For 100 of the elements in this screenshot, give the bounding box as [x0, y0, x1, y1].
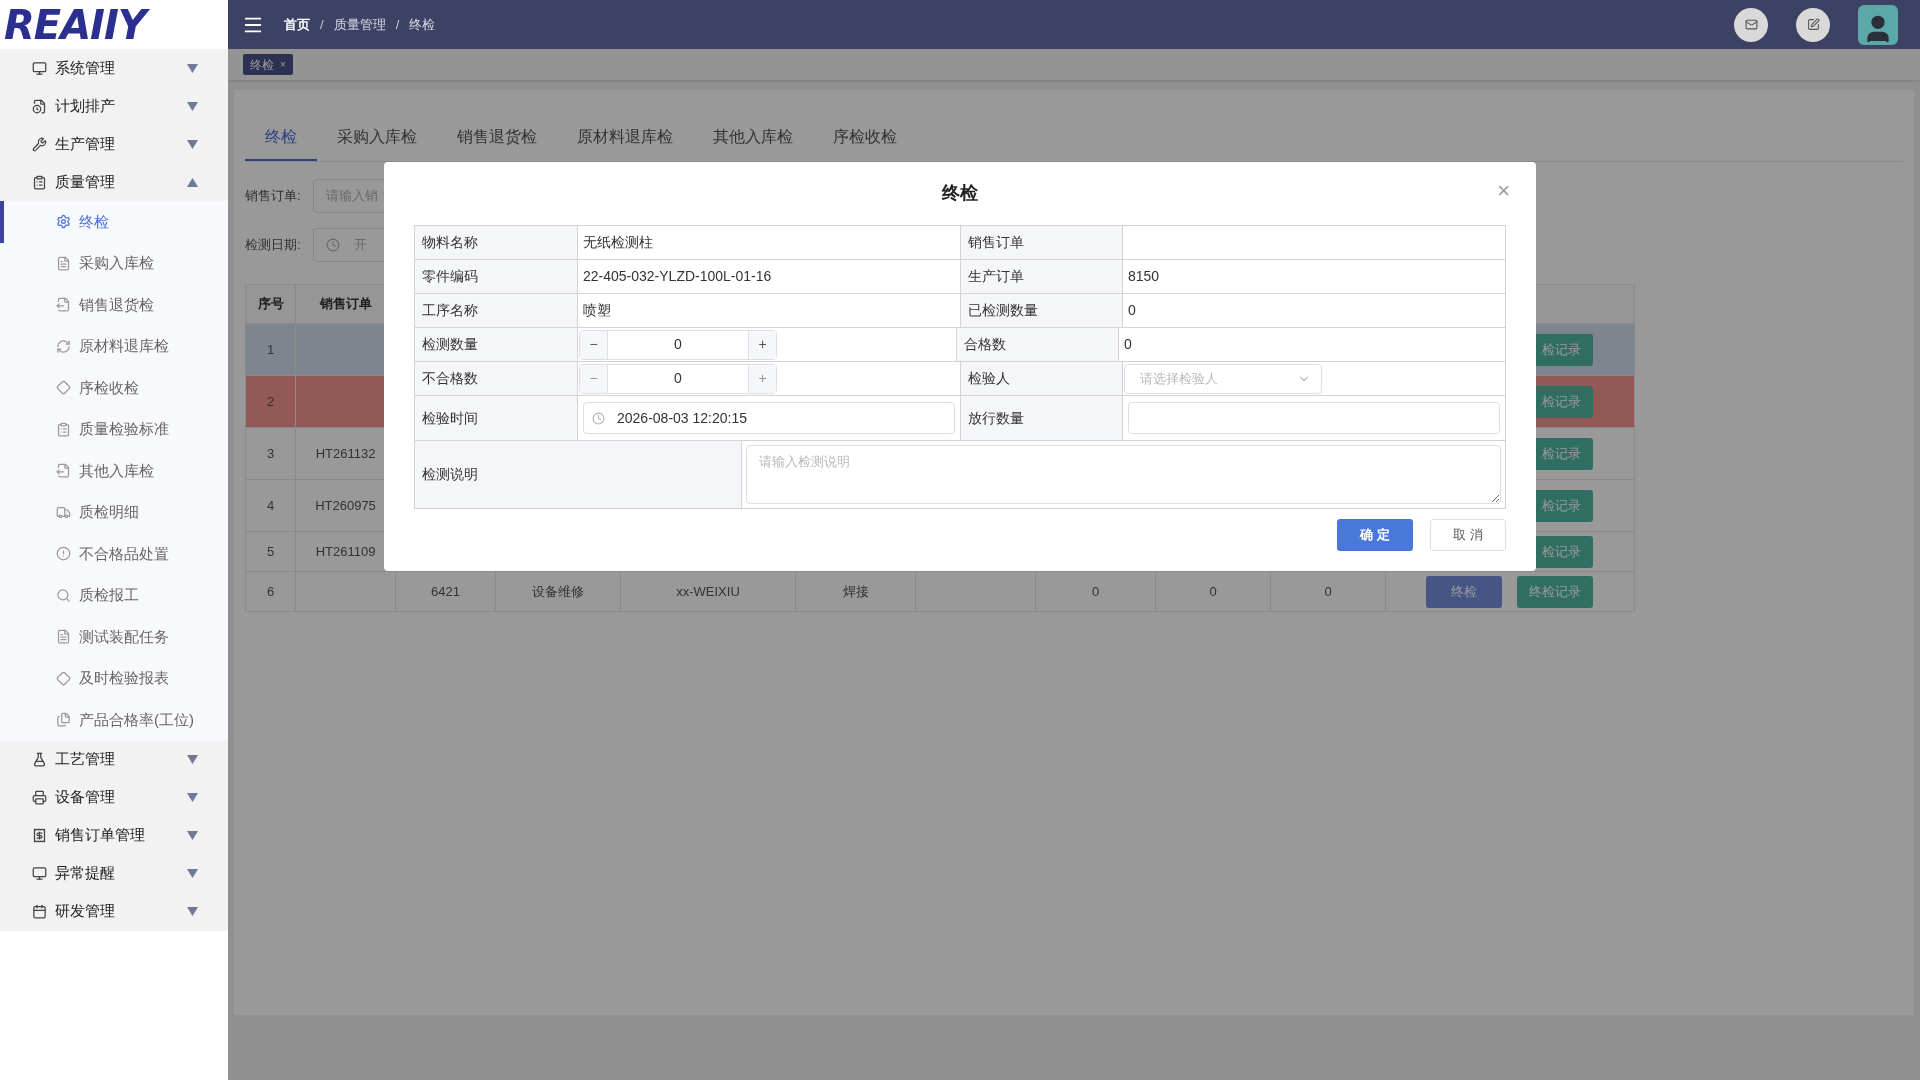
field-label: 已检测数量 [968, 301, 1038, 320]
document-arrow-icon [56, 463, 71, 479]
tag-label: 终检 [250, 56, 274, 74]
increase-button[interactable]: + [748, 330, 776, 359]
tab[interactable]: 销售退货检 [437, 115, 557, 161]
page-tag[interactable]: 终检 × [243, 54, 293, 75]
field-label: 不合格数 [422, 369, 478, 388]
menu-item[interactable]: 销售订单管理 [0, 816, 228, 855]
table-cell-text: 4 [266, 496, 275, 515]
clock-icon [592, 411, 605, 425]
logo: REAIIY [4, 0, 154, 49]
breadcrumb-item[interactable]: 质量管理 [333, 14, 386, 35]
menu-item[interactable]: 质量管理 [0, 163, 228, 201]
table-cell-text: 6 [266, 582, 275, 601]
submenu-item[interactable]: 质检明细 [0, 491, 228, 533]
decrease-button[interactable]: − [580, 330, 608, 359]
stepper-value: 0 [673, 335, 683, 354]
diamond-icon [56, 670, 71, 686]
table-cell-text: HT261109 [315, 542, 376, 561]
monitor-icon [32, 60, 47, 76]
submenu-item[interactable]: 质检报工 [0, 574, 228, 616]
diamond-icon [56, 380, 71, 396]
tab[interactable]: 原材料退库检 [557, 115, 693, 161]
menu-item[interactable]: 研发管理 [0, 892, 228, 931]
printer-icon [32, 790, 47, 805]
column-header: 序号 [257, 295, 284, 314]
document-icon [56, 629, 71, 645]
menu-item[interactable]: 生产管理 [0, 125, 228, 163]
breadcrumb-separator: / [395, 15, 400, 34]
field-value: 无纸检测柱 [583, 233, 653, 252]
submenu-item[interactable]: 其他入库检 [0, 450, 228, 492]
field-value: 0 [1124, 335, 1132, 354]
menu-item[interactable]: 异常提醒 [0, 854, 228, 893]
dialog-title: 终检 [942, 182, 978, 205]
submenu-item[interactable]: 销售退货检 [0, 284, 228, 326]
alert-icon [56, 546, 71, 562]
receipt-icon [32, 828, 47, 843]
description-field[interactable]: 请输入检测说明 [746, 445, 1501, 504]
menu-item[interactable]: 设备管理 [0, 778, 228, 817]
submenu-item[interactable]: 产品合格率(工位) [0, 699, 228, 741]
column-header: 销售订单 [319, 295, 372, 314]
field-label: 检测数量 [422, 335, 478, 354]
flask-icon [32, 752, 47, 767]
edit-icon [1806, 18, 1820, 31]
mail-icon [1744, 18, 1758, 31]
table-cell-text: 2 [266, 392, 275, 411]
submenu-item[interactable]: 原材料退库检 [0, 325, 228, 367]
tab[interactable]: 其他入库检 [693, 115, 813, 161]
menu-item[interactable]: 系统管理 [0, 49, 228, 87]
field-value: 喷塑 [583, 301, 611, 320]
cancel-button[interactable]: 取 消 [1430, 519, 1506, 551]
close-icon[interactable]: × [280, 57, 286, 72]
field-label: 检测说明 [422, 465, 478, 484]
search-icon [56, 587, 71, 603]
submenu-item[interactable]: 测试装配任务 [0, 616, 228, 658]
avatar[interactable] [1858, 4, 1898, 45]
document-icon [56, 255, 71, 271]
table-cell-text: 焊接 [842, 582, 869, 601]
datetime-field[interactable]: 2026-08-03 12:20:15 [583, 402, 955, 434]
field-label: 销售订单 [968, 233, 1024, 252]
table-cell-text: 0 [1324, 582, 1332, 601]
confirm-button[interactable]: 确 定 [1337, 519, 1413, 551]
mail-button[interactable] [1734, 7, 1768, 42]
table-cell-text: 1 [266, 340, 275, 359]
gear-icon [56, 214, 71, 230]
table-cell-text: 0 [1091, 582, 1100, 601]
table-cell-text: HT261132 [315, 444, 376, 463]
filter-label: 销售订单: [245, 187, 302, 206]
tab[interactable]: 序检收检 [813, 115, 917, 161]
documents-icon [56, 712, 71, 728]
submenu-item[interactable]: 序检收检 [0, 367, 228, 409]
field-label: 生产订单 [968, 267, 1024, 286]
tab[interactable]: 采购入库检 [317, 115, 437, 161]
submenu-item[interactable]: 采购入库检 [0, 242, 228, 284]
table-cell-text: 6421 [431, 582, 460, 601]
menu-item[interactable]: 工艺管理 [0, 740, 228, 779]
field-label: 合格数 [964, 335, 1006, 354]
breadcrumb-item[interactable]: 首页 [284, 14, 310, 35]
close-button[interactable]: × [1497, 180, 1510, 202]
tab[interactable]: 终检 [245, 115, 317, 161]
edit-button[interactable] [1796, 7, 1830, 42]
submenu-item[interactable]: 质量检验标准 [0, 408, 228, 450]
number-stepper[interactable]: − 0 + [579, 329, 777, 360]
table-cell-text: 设备维修 [532, 582, 584, 601]
input-field[interactable] [1128, 402, 1500, 434]
table-cell-text: 5 [266, 542, 275, 561]
clock-icon [326, 238, 340, 252]
table-cell-text: HT260975 [315, 496, 376, 515]
menu-item[interactable]: 计划排产 [0, 87, 228, 125]
field-label: 物料名称 [422, 233, 478, 252]
submenu-item[interactable]: 不合格品处置 [0, 533, 228, 575]
field-value: 0 [1128, 301, 1136, 320]
field-value: 8150 [1128, 267, 1160, 286]
table-cell-text: xx-WEIXIU [676, 582, 740, 601]
clipboard-icon [56, 421, 71, 437]
tools-icon [32, 136, 47, 152]
breadcrumb-item: 终检 [409, 15, 436, 34]
breadcrumb-separator: / [320, 15, 324, 34]
document-arrow-icon [56, 297, 71, 313]
submenu-item[interactable]: 及时检验报表 [0, 657, 228, 699]
